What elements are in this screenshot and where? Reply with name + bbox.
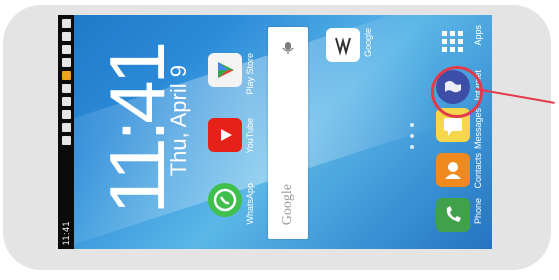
clock-date: Thu, April 9 bbox=[166, 65, 191, 177]
notification-icon bbox=[61, 45, 71, 54]
battery-icon bbox=[61, 136, 71, 145]
play-store-icon bbox=[208, 53, 242, 87]
app-label: Play Store bbox=[245, 53, 255, 95]
app-whatsapp[interactable]: WhatsApp bbox=[208, 183, 255, 239]
page-indicator[interactable] bbox=[410, 123, 414, 149]
highlight-circle bbox=[431, 66, 483, 118]
notification-icon bbox=[61, 32, 71, 41]
clock-widget[interactable]: 11:41 Thu, April 9 bbox=[88, 45, 191, 235]
status-bar: 11:41 bbox=[58, 15, 74, 249]
home-screen: 11:41 11:41 Thu, April 9 WhatsApp YouTub… bbox=[58, 15, 492, 249]
status-icons bbox=[61, 19, 71, 145]
search-brand: Google bbox=[280, 183, 295, 225]
app-play-store[interactable]: Play Store bbox=[208, 53, 255, 109]
apps-grid-icon bbox=[436, 25, 470, 59]
notification-icon bbox=[61, 84, 71, 93]
notification-icon bbox=[61, 71, 71, 80]
status-time: 11:41 bbox=[61, 220, 71, 245]
app-label: WhatsApp bbox=[245, 183, 255, 225]
wifi-icon bbox=[61, 110, 71, 119]
youtube-icon bbox=[208, 118, 242, 152]
google-search-bar[interactable]: Google bbox=[268, 27, 308, 239]
app-label: Google bbox=[363, 28, 373, 58]
bluetooth-icon bbox=[61, 97, 71, 106]
app-youtube[interactable]: YouTube bbox=[208, 118, 255, 174]
google-icon bbox=[326, 28, 360, 62]
clock-time: 11:41 bbox=[93, 45, 181, 215]
whatsapp-icon bbox=[208, 183, 242, 217]
app-label: Apps bbox=[473, 25, 483, 46]
notification-icon bbox=[61, 58, 71, 67]
signal-icon bbox=[61, 123, 71, 132]
notification-icon bbox=[61, 19, 71, 28]
app-label: YouTube bbox=[245, 118, 255, 154]
app-google[interactable]: Google bbox=[326, 28, 373, 84]
microphone-icon[interactable] bbox=[281, 41, 295, 55]
